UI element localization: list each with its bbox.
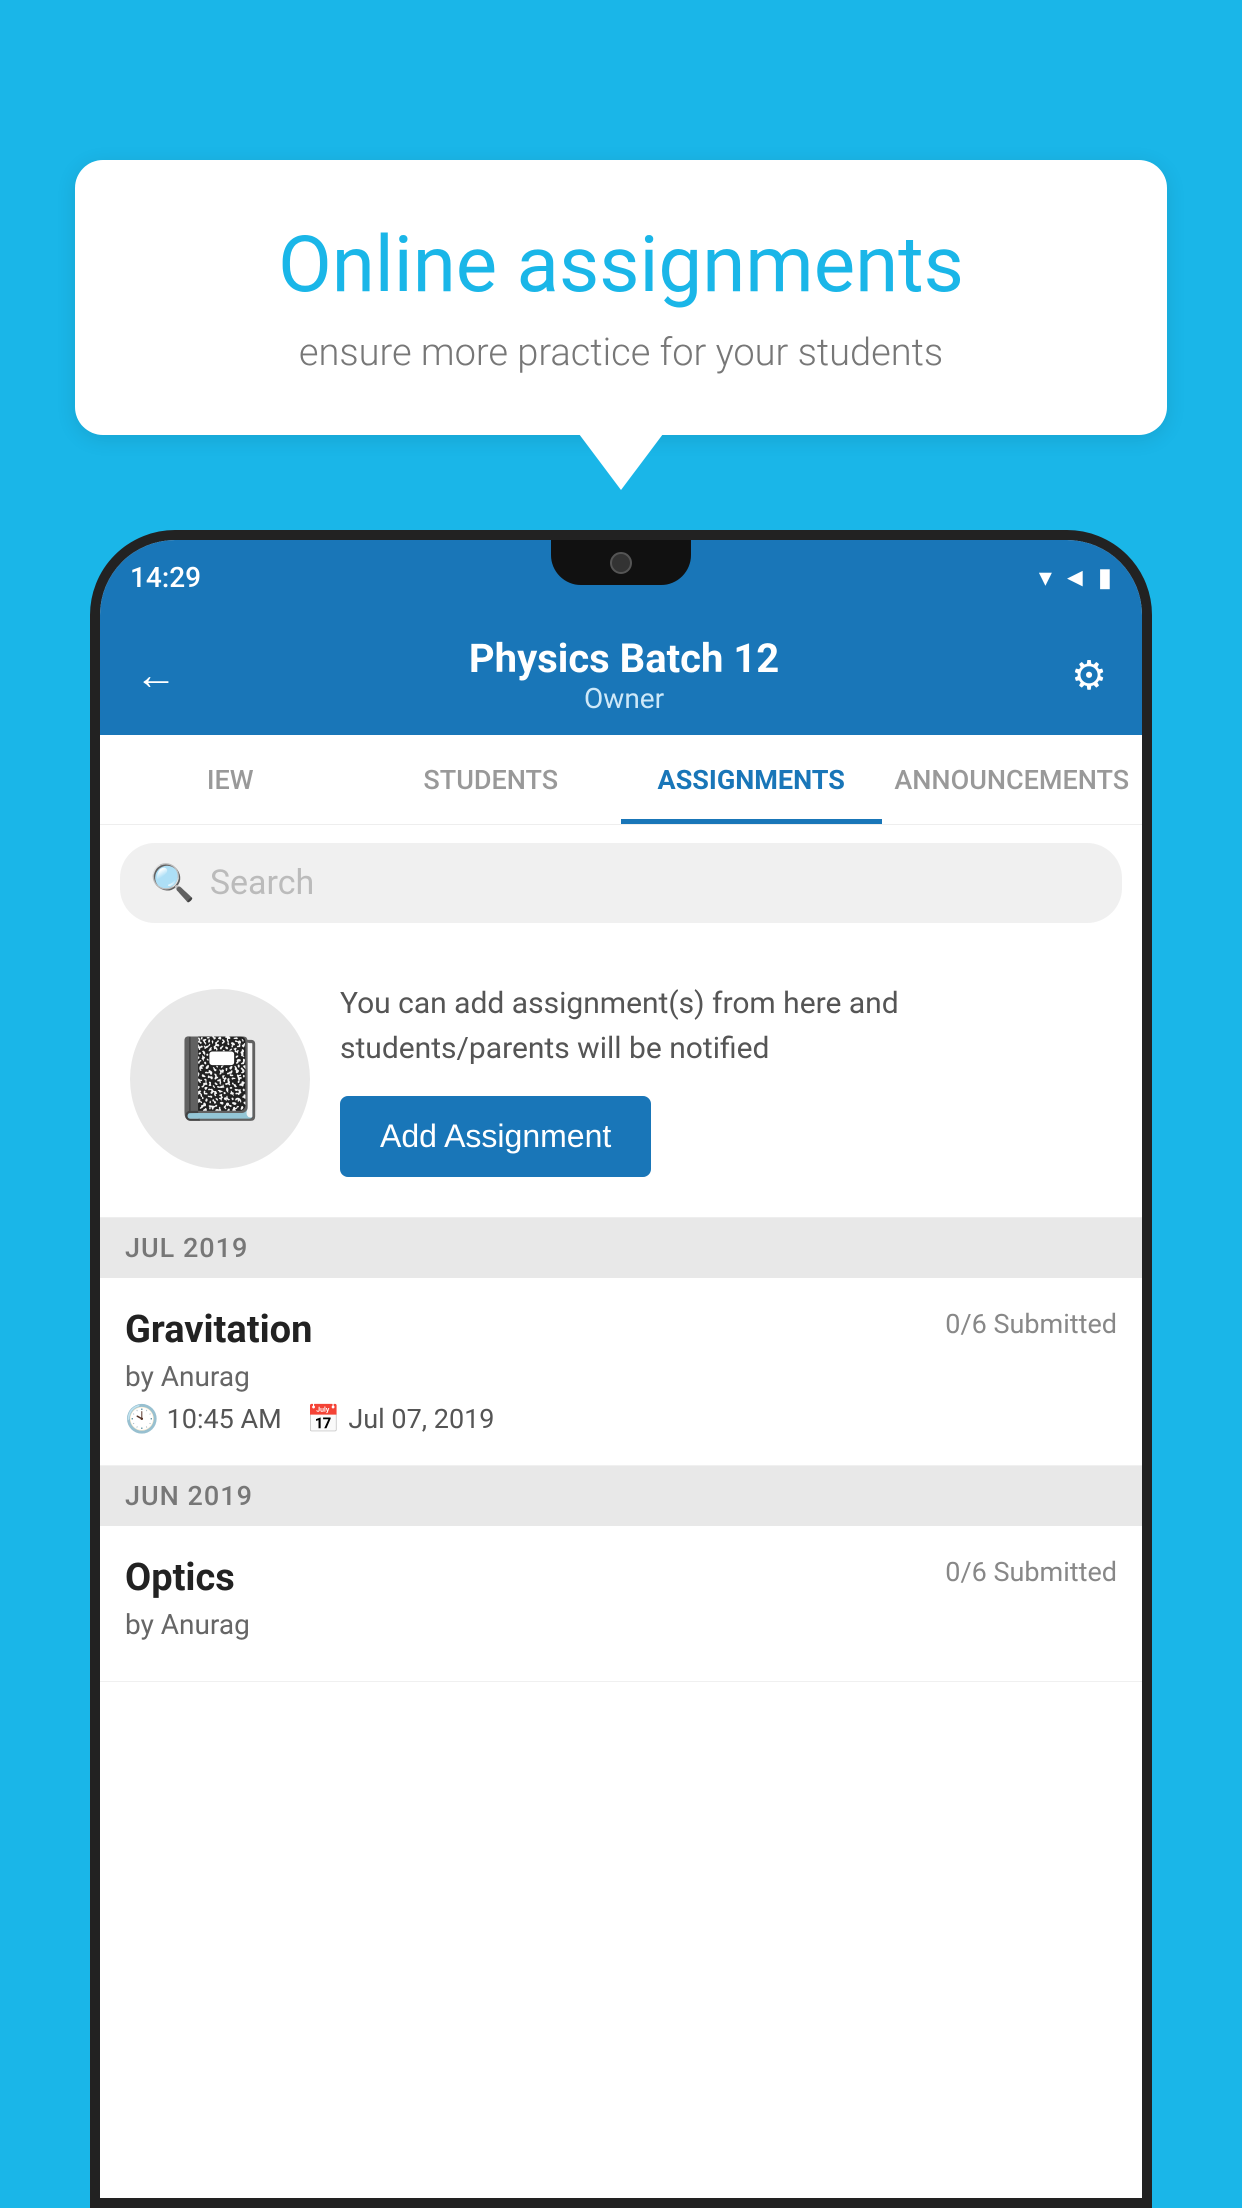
assignment-author: by Anurag bbox=[125, 1360, 1117, 1393]
tab-overview[interactable]: IEW bbox=[100, 735, 361, 824]
status-icons: ▾ ◄ ▮ bbox=[1039, 562, 1112, 593]
calendar-icon: 📅 bbox=[307, 1403, 341, 1435]
assignment-name: Gravitation bbox=[125, 1308, 312, 1352]
clock-icon: 🕙 bbox=[125, 1403, 159, 1435]
assignment-submitted-2: 0/6 Submitted bbox=[945, 1556, 1117, 1588]
phone-screen: 14:29 ▾ ◄ ▮ ← Physics Batch 12 Owner ⚙ I… bbox=[100, 540, 1142, 2198]
speech-bubble-container: Online assignments ensure more practice … bbox=[75, 160, 1167, 435]
app-header: ← Physics Batch 12 Owner ⚙ bbox=[100, 615, 1142, 735]
assignment-submitted: 0/6 Submitted bbox=[945, 1308, 1117, 1340]
month-divider-jun: JUN 2019 bbox=[100, 1466, 1142, 1526]
promo-description: You can add assignment(s) from here and … bbox=[340, 981, 1112, 1071]
settings-icon[interactable]: ⚙ bbox=[1071, 652, 1107, 699]
status-time: 14:29 bbox=[130, 561, 201, 594]
assignment-name-2: Optics bbox=[125, 1556, 235, 1600]
search-icon: 🔍 bbox=[150, 862, 195, 904]
assignment-optics[interactable]: Optics 0/6 Submitted by Anurag bbox=[100, 1526, 1142, 1682]
page-subtitle: Owner bbox=[177, 682, 1071, 715]
notebook-icon: 📓 bbox=[170, 1032, 270, 1126]
promo-right: You can add assignment(s) from here and … bbox=[340, 981, 1112, 1177]
bubble-subtitle: ensure more practice for your students bbox=[145, 331, 1097, 375]
main-content: 🔍 Search 📓 You can add assignment(s) fro… bbox=[100, 825, 1142, 2198]
promo-icon-circle: 📓 bbox=[130, 989, 310, 1169]
add-assignment-button[interactable]: Add Assignment bbox=[340, 1096, 651, 1177]
search-placeholder: Search bbox=[210, 863, 314, 903]
search-container: 🔍 Search bbox=[100, 825, 1142, 941]
speech-bubble: Online assignments ensure more practice … bbox=[75, 160, 1167, 435]
battery-icon: ▮ bbox=[1098, 563, 1112, 593]
assignment-author-2: by Anurag bbox=[125, 1608, 1117, 1641]
bubble-title: Online assignments bbox=[145, 220, 1097, 311]
phone-frame: 14:29 ▾ ◄ ▮ ← Physics Batch 12 Owner ⚙ I… bbox=[90, 530, 1152, 2208]
wifi-icon: ▾ bbox=[1039, 563, 1052, 593]
signal-icon: ◄ bbox=[1062, 562, 1088, 593]
assignment-top-row: Gravitation 0/6 Submitted bbox=[125, 1308, 1117, 1352]
page-title: Physics Batch 12 bbox=[177, 635, 1071, 682]
status-bar: 14:29 ▾ ◄ ▮ bbox=[100, 540, 1142, 615]
assignment-date: 📅 Jul 07, 2019 bbox=[307, 1403, 495, 1435]
camera bbox=[610, 552, 632, 574]
promo-section: 📓 You can add assignment(s) from here an… bbox=[100, 941, 1142, 1218]
tab-students[interactable]: STUDENTS bbox=[361, 735, 622, 824]
header-title-block: Physics Batch 12 Owner bbox=[177, 635, 1071, 715]
search-bar[interactable]: 🔍 Search bbox=[120, 843, 1122, 923]
notch bbox=[551, 540, 691, 585]
tab-announcements[interactable]: ANNOUNCEMENTS bbox=[882, 735, 1143, 824]
assignment-top-row-2: Optics 0/6 Submitted bbox=[125, 1556, 1117, 1600]
assignment-time: 🕙 10:45 AM bbox=[125, 1403, 282, 1435]
assignment-gravitation[interactable]: Gravitation 0/6 Submitted by Anurag 🕙 10… bbox=[100, 1278, 1142, 1466]
back-button[interactable]: ← bbox=[135, 651, 177, 700]
tab-assignments[interactable]: ASSIGNMENTS bbox=[621, 735, 882, 824]
assignment-meta: 🕙 10:45 AM 📅 Jul 07, 2019 bbox=[125, 1403, 1117, 1435]
tab-bar: IEW STUDENTS ASSIGNMENTS ANNOUNCEMENTS bbox=[100, 735, 1142, 825]
month-divider-jul: JUL 2019 bbox=[100, 1218, 1142, 1278]
